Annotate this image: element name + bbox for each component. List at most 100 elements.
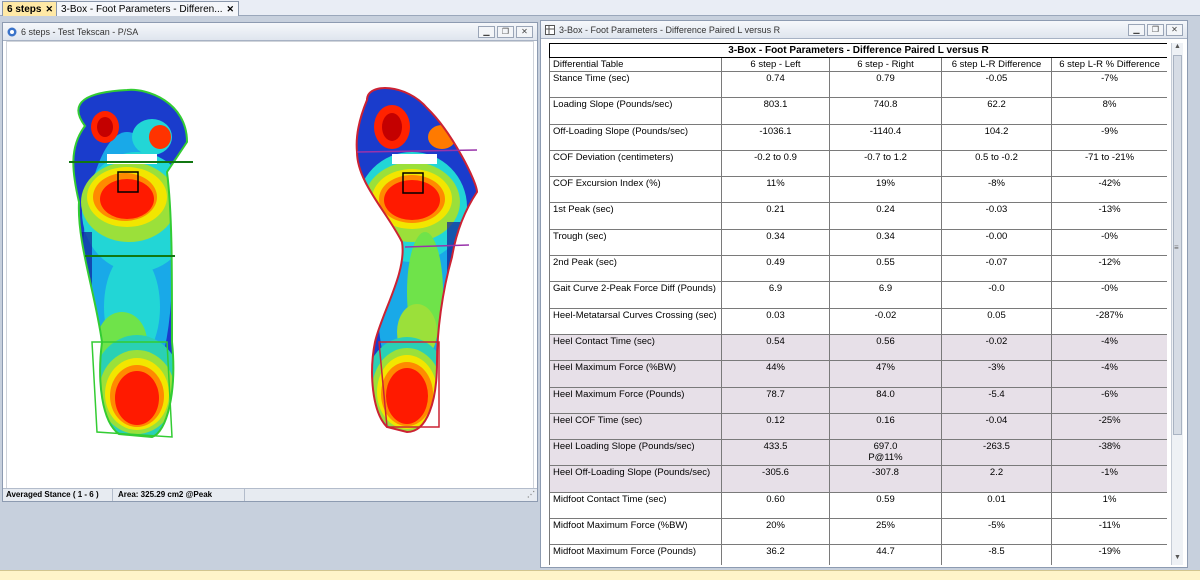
difference-cell-text: -263.5: [983, 441, 1010, 453]
tab-6-steps[interactable]: 6 steps ✕: [2, 1, 59, 16]
param-cell: Heel COF Time (sec): [549, 412, 722, 441]
restore-icon[interactable]: ❐: [1147, 24, 1164, 36]
param-cell: 1st Peak (sec): [549, 202, 722, 230]
param-cell: Loading Slope (Pounds/sec): [549, 97, 722, 125]
differential-table-container[interactable]: 3-Box - Foot Parameters - Difference Pai…: [549, 43, 1167, 565]
difference-cell-text: -8.5: [988, 546, 1005, 558]
table-caption: 3-Box - Foot Parameters - Difference Pai…: [549, 43, 1167, 58]
window-titlebar[interactable]: 6 steps - Test Tekscan - P/SA ▁ ❐ ✕: [3, 23, 537, 41]
left-value-cell-text: 0.03: [766, 309, 785, 321]
resize-grip-icon[interactable]: ⋰: [527, 489, 535, 501]
header-left: 6 step - Left: [721, 57, 830, 72]
pressure-plot-area[interactable]: [6, 41, 534, 490]
param-cell: Stance Time (sec): [549, 70, 722, 99]
percent-difference-cell-text: -6%: [1101, 388, 1118, 400]
header-param: Differential Table: [549, 57, 722, 72]
param-cell-text: Heel Maximum Force (Pounds): [553, 388, 685, 400]
percent-difference-cell: -6%: [1050, 386, 1167, 414]
percent-difference-cell: -71 to -21%: [1050, 149, 1167, 178]
difference-cell-text: -0.07: [985, 257, 1008, 269]
percent-difference-cell: -4%: [1050, 333, 1167, 362]
left-value-cell: 803.1: [721, 97, 830, 125]
difference-cell: -5.4: [941, 386, 1052, 414]
percent-difference-cell: -25%: [1050, 412, 1167, 441]
pressure-map-window: 6 steps - Test Tekscan - P/SA ▁ ❐ ✕ Aver…: [2, 22, 538, 502]
close-icon[interactable]: ✕: [45, 4, 53, 14]
left-value-cell: 0.49: [721, 255, 830, 283]
tab-foot-parameters[interactable]: 3-Box - Foot Parameters - Differen... ✕: [56, 1, 240, 16]
restore-icon[interactable]: ❐: [497, 26, 514, 38]
param-cell-text: Stance Time (sec): [553, 73, 630, 84]
left-value-cell-text: 0.60: [766, 493, 785, 505]
minimize-icon[interactable]: ▁: [478, 26, 495, 38]
table-header-row: Differential Table 6 step - Left 6 step …: [549, 57, 1167, 72]
percent-difference-cell: -42%: [1050, 176, 1167, 204]
close-icon[interactable]: ✕: [516, 26, 533, 38]
difference-cell-text: 104.2: [984, 125, 1009, 137]
left-value-cell: 36.2: [721, 544, 830, 565]
right-value-cell-text: 0.79: [876, 73, 895, 84]
app-icon: [7, 27, 17, 37]
percent-difference-cell: -13%: [1050, 202, 1167, 230]
param-cell: Trough (sec): [549, 228, 722, 257]
left-value-cell-text: 0.49: [766, 257, 785, 269]
right-value-cell: 740.8: [829, 97, 942, 125]
param-cell: Midfoot Contact Time (sec): [549, 491, 722, 520]
header-right: 6 step - Right: [829, 57, 942, 72]
percent-difference-cell: -7%: [1050, 70, 1167, 99]
foot-parameters-window: 3-Box - Foot Parameters - Difference Pai…: [540, 20, 1188, 568]
difference-cell: -0.00: [941, 228, 1052, 257]
left-foot-pressure: [69, 88, 193, 439]
difference-cell-text: -8%: [988, 178, 1005, 190]
difference-cell-text: -5.4: [988, 388, 1005, 400]
param-cell-text: Loading Slope (Pounds/sec): [553, 99, 673, 111]
vertical-scrollbar[interactable]: ▲ ≡ ▼: [1171, 43, 1183, 565]
window-titlebar[interactable]: 3-Box - Foot Parameters - Difference Pai…: [541, 21, 1187, 39]
right-value-cell-text: 0.59: [876, 493, 895, 505]
table-row: Midfoot Maximum Force (Pounds) 36.2 44.7 -8…: [549, 544, 1167, 565]
scroll-up-icon[interactable]: ▲: [1172, 43, 1183, 54]
right-value-cell-text: 44.7: [876, 546, 895, 558]
right-value-cell-text: 6.9: [878, 283, 893, 295]
right-foot-pressure: [355, 87, 479, 434]
difference-cell-text: -0.02: [985, 335, 1008, 347]
scroll-down-icon[interactable]: ▼: [1172, 554, 1183, 565]
close-icon[interactable]: ✕: [227, 4, 235, 14]
differential-table: 3-Box - Foot Parameters - Difference Pai…: [549, 43, 1167, 565]
left-value-cell-text: -305.6: [762, 467, 789, 479]
table-row: Gait Curve 2-Peak Force Diff (Pounds) 6.9…: [549, 281, 1167, 309]
tab-label: 3-Box - Foot Parameters - Differen...: [61, 4, 223, 15]
left-value-cell: -0.2 to 0.9: [721, 149, 830, 178]
right-value-cell-text: 0.55: [876, 257, 895, 269]
table-row: 2nd Peak (sec) 0.49 0.55 -0.07 -12%: [549, 255, 1167, 283]
percent-difference-cell-text: -0%: [1101, 230, 1118, 242]
minimize-icon[interactable]: ▁: [1128, 24, 1145, 36]
difference-cell-text: -5%: [988, 520, 1005, 532]
right-value-cell-text: 0.16: [876, 414, 895, 426]
param-cell: Midfoot Maximum Force (%BW): [549, 518, 722, 546]
table-body: Stance Time (sec) 0.74 0.79 -0.05 -7% Loading…: [549, 70, 1167, 565]
table-row: Heel Off-Loading Slope (Pounds/sec) -305.…: [549, 465, 1167, 493]
close-icon[interactable]: ✕: [1166, 24, 1183, 36]
difference-cell-text: -3%: [988, 362, 1005, 374]
left-value-cell: 0.34: [721, 228, 830, 257]
right-value-cell-text: 47%: [875, 362, 895, 374]
param-cell-text: 1st Peak (sec): [553, 204, 614, 216]
right-value-cell: 697.0 P@11%: [829, 439, 942, 467]
foot-pressure-map: [69, 87, 479, 439]
right-value-cell-text: 19%: [875, 178, 895, 190]
difference-cell: -3%: [941, 360, 1052, 388]
left-value-cell: 11%: [721, 176, 830, 204]
param-cell-text: Heel COF Time (sec): [553, 414, 643, 426]
right-value-cell: 0.56: [829, 333, 942, 362]
status-area: Area: 325.29 cm2 @Peak: [115, 489, 245, 501]
difference-cell-text: -0.0: [988, 283, 1005, 295]
percent-difference-cell: 1%: [1050, 491, 1167, 520]
difference-cell: -8%: [941, 176, 1052, 204]
param-cell-text: Heel Loading Slope (Pounds/sec): [553, 441, 695, 453]
percent-difference-cell-text: -71 to -21%: [1084, 151, 1135, 163]
param-cell: Heel Maximum Force (Pounds): [549, 386, 722, 414]
param-cell-text: Trough (sec): [553, 230, 607, 242]
param-cell: COF Excursion Index (%): [549, 176, 722, 204]
left-value-cell-text: 803.1: [763, 99, 788, 111]
